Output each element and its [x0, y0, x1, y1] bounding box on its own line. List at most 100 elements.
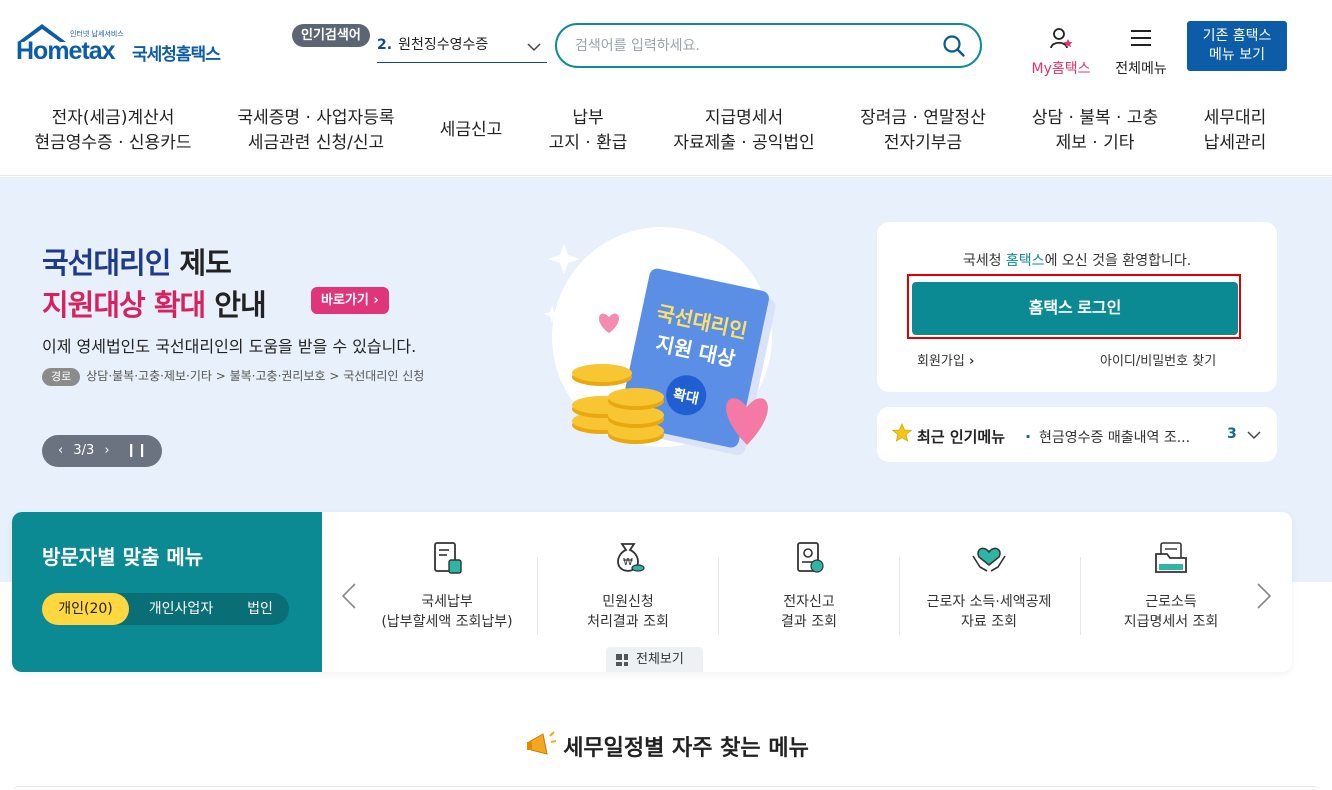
- grid-icon: [616, 654, 628, 666]
- banner-illustration: 국선대리인 지원 대상 확대: [543, 227, 776, 456]
- visitor-menu-item[interactable]: 근로자 소득·세액공제자료 조회: [899, 540, 1079, 632]
- prev-slide-icon[interactable]: ‹: [58, 443, 63, 458]
- folder-doc-icon: [1155, 542, 1187, 573]
- user-star-icon: [1050, 28, 1073, 49]
- menu-item-line: 자료 조회: [961, 614, 1017, 630]
- nav-tax-filing[interactable]: 세금신고: [436, 118, 506, 143]
- popular-search-badge: 인기검색어: [292, 24, 370, 47]
- nav-line: 자료제출 · 공익법인: [673, 133, 815, 153]
- next-slide-icon[interactable]: ›: [104, 443, 109, 458]
- nav-line: 전자기부금: [883, 133, 963, 153]
- recent-menu-item[interactable]: 현금영수증 매출내역 조...: [1039, 427, 1190, 447]
- nav-payment-statement[interactable]: 지급명세서 자료제출 · 공익법인: [672, 106, 816, 156]
- pause-icon[interactable]: ❙❙: [126, 443, 148, 458]
- hometax-login-button[interactable]: 홈택스 로그인: [912, 282, 1238, 335]
- nav-line: 고지 · 환급: [548, 133, 628, 153]
- popular-term: 원천징수영수증: [398, 37, 489, 53]
- tab-individual[interactable]: 개인(20): [42, 593, 129, 625]
- old-hometax-line1: 기존 홈택스: [1202, 28, 1272, 44]
- view-all-label: 전체보기: [636, 652, 684, 667]
- find-id-password-link[interactable]: 아이디/비밀번호 찾기: [1100, 350, 1216, 369]
- menu-item-line: 국세납부: [421, 594, 473, 610]
- search-box: [555, 23, 982, 68]
- logo-wordmark: Hometax: [16, 37, 116, 65]
- tax-payment-icon: [434, 542, 462, 574]
- visitor-menu-header: [12, 512, 322, 672]
- nav-line: 납세관리: [1203, 133, 1267, 153]
- nav-line: 상담 · 불복 · 고충: [1031, 108, 1159, 128]
- star-icon: [892, 423, 912, 442]
- nav-payment[interactable]: 납부 고지 · 환급: [546, 106, 630, 156]
- nav-e-invoice[interactable]: 전자(세금)계산서 현금영수증 · 신용카드: [34, 106, 192, 156]
- welcome-text: 에 오신 것을 환영합니다.: [1044, 253, 1192, 269]
- old-hometax-button[interactable]: 기존 홈택스 메뉴 보기: [1187, 21, 1287, 71]
- menu-item-line: (납부할세액 조회납부): [381, 614, 513, 630]
- shortcut-label: 바로가기: [321, 293, 369, 308]
- chevron-right-icon: ›: [373, 293, 379, 308]
- nav-line: 세무대리: [1203, 108, 1267, 128]
- welcome-highlight: 홈택스: [1005, 253, 1045, 269]
- nav-line: 세금관련 신청/신고: [247, 133, 385, 153]
- chevron-right-icon: ›: [968, 354, 975, 369]
- nav-line: 세금신고: [439, 120, 503, 140]
- visitor-menu-item[interactable]: ₩ 민원신청 처리결과 조회: [538, 540, 718, 632]
- all-menu-button[interactable]: 전체메뉴: [1110, 26, 1172, 78]
- banner-route: 경로 상담·불복·고충·제보·기타 > 불복·고충·권리보호 > 국선대리인 신청: [42, 367, 424, 386]
- welcome-message: 국세청 홈택스에 오신 것을 환영합니다.: [877, 250, 1277, 270]
- my-hometax-button[interactable]: My홈택스: [1027, 26, 1095, 78]
- my-hometax-label: My홈택스: [1031, 61, 1091, 77]
- route-path: 상담·불복·고충·제보·기타 > 불복·고충·권리보호 > 국선대리인 신청: [86, 369, 425, 383]
- visitor-menu-title: 방문자별 맞춤 메뉴: [42, 545, 204, 569]
- heart-hands-icon: [972, 547, 1006, 572]
- carousel-prev-icon[interactable]: [341, 583, 357, 609]
- visitor-menu-item[interactable]: 근로소득 지급명세서 조회: [1081, 540, 1261, 632]
- nav-tax-agent[interactable]: 세무대리 납세관리: [1198, 106, 1272, 156]
- banner-title-highlight: 국선대리인: [42, 246, 171, 280]
- slide-counter: 3/3: [73, 443, 95, 458]
- schedule-title-text: 세무일정별 자주 찾는 메뉴: [563, 736, 809, 761]
- popular-search-select[interactable]: 2. 원천징수영수증: [377, 31, 547, 63]
- nav-line: 장려금 · 연말정산: [860, 108, 986, 128]
- banner-description: 이제 영세법인도 국선대리인의 도움을 받을 수 있습니다.: [42, 337, 417, 356]
- chevron-down-icon: [527, 43, 541, 52]
- old-hometax-line2: 메뉴 보기: [1209, 47, 1265, 63]
- visitor-type-tabs: 개인(20) 개인사업자 법인: [42, 593, 289, 625]
- banner-shortcut-button[interactable]: 바로가기 ›: [311, 287, 389, 314]
- money-bag-icon: ₩: [617, 543, 645, 572]
- tab-sole-proprietor[interactable]: 개인사업자: [136, 593, 226, 625]
- recent-menu-title: 최근 인기메뉴: [917, 428, 1006, 446]
- banner-title-highlight: 지원대상 확대: [42, 288, 206, 322]
- visitor-menu-item[interactable]: 국세납부 (납부할세액 조회납부): [357, 540, 537, 632]
- svg-text:₩: ₩: [623, 557, 633, 568]
- nav-incentive[interactable]: 장려금 · 연말정산 전자기부금: [856, 106, 990, 156]
- banner-title-text: 안내: [205, 288, 266, 322]
- megaphone-icon: [527, 731, 557, 755]
- hometax-logo[interactable]: 인터넷 납세서비스 Hometax 국세청홈택스: [14, 22, 229, 74]
- nav-line: 제보 · 기타: [1055, 133, 1135, 153]
- search-input[interactable]: [575, 35, 925, 57]
- nav-line: 지급명세서: [704, 108, 784, 128]
- nav-line: 현금영수증 · 신용카드: [34, 133, 192, 153]
- menu-item-line: 전자신고: [783, 594, 835, 610]
- e-filing-icon: [797, 542, 824, 573]
- chevron-down-icon[interactable]: [1247, 429, 1261, 441]
- tab-corporation[interactable]: 법인: [238, 593, 282, 625]
- route-tag: 경로: [42, 368, 81, 386]
- logo-korean-name: 국세청홈택스: [132, 45, 221, 65]
- all-menu-label: 전체메뉴: [1115, 61, 1167, 77]
- menu-item-line: 근로자 소득·세액공제: [926, 594, 1052, 610]
- search-icon[interactable]: [942, 34, 966, 58]
- visitor-menu-item[interactable]: 전자신고결과 조회: [719, 540, 899, 632]
- nav-consulting[interactable]: 상담 · 불복 · 고충 제보 · 기타: [1030, 106, 1160, 156]
- recent-popular-menu[interactable]: 최근 인기메뉴 . 현금영수증 매출내역 조... 3: [877, 407, 1277, 462]
- banner-title[interactable]: 국선대리인 제도 지원대상 확대 안내: [42, 242, 267, 326]
- menu-item-line: 민원신청: [602, 594, 654, 610]
- menu-item-line: 결과 조회: [781, 614, 837, 630]
- view-all-button[interactable]: 전체보기: [606, 647, 703, 672]
- nav-certificates[interactable]: 국세증명 · 사업자등록 세금관련 신청/신고: [234, 106, 398, 156]
- hamburger-icon: [1131, 30, 1151, 46]
- join-link[interactable]: 회원가입 ›: [917, 350, 974, 369]
- schedule-section-title: 세무일정별 자주 찾는 메뉴: [0, 728, 1332, 762]
- join-label: 회원가입: [917, 354, 965, 369]
- welcome-text: 국세청: [962, 253, 1006, 269]
